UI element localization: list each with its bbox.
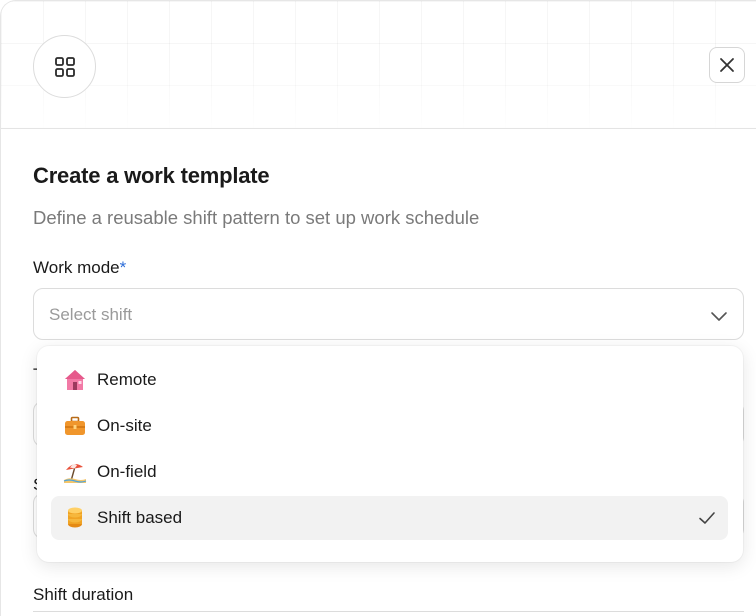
shift-duration-field[interactable]: [33, 611, 744, 616]
close-button[interactable]: [709, 47, 745, 83]
house-icon: [63, 368, 87, 392]
work-mode-label: Work mode*: [33, 258, 126, 278]
work-mode-label-text: Work mode: [33, 258, 120, 277]
option-remote[interactable]: Remote: [51, 358, 728, 402]
work-mode-dropdown: Remote On-site On-field Shift based: [37, 346, 743, 562]
chevron-down-icon: [711, 312, 727, 321]
shift-duration-label: Shift duration: [33, 585, 134, 604]
option-label: Shift based: [97, 508, 183, 527]
option-shift-based[interactable]: Shift based: [51, 496, 728, 540]
grid-icon: [54, 56, 75, 77]
briefcase-icon: [63, 414, 87, 438]
option-on-field[interactable]: On-field: [51, 450, 728, 494]
option-on-site[interactable]: On-site: [51, 404, 728, 448]
app-icon-badge: [33, 35, 96, 98]
work-mode-placeholder: Select shift: [49, 305, 133, 324]
modal-header: [1, 1, 756, 129]
coin-stack-icon: [63, 506, 87, 530]
option-label: Remote: [97, 370, 157, 389]
option-label: On-site: [97, 416, 152, 435]
beach-umbrella-icon: [63, 460, 87, 484]
create-template-modal: Create a work template Define a reusable…: [0, 0, 756, 616]
close-icon: [720, 58, 734, 72]
option-label: On-field: [97, 462, 157, 481]
modal-title: Create a work template: [33, 163, 270, 188]
modal-subtitle: Define a reusable shift pattern to set u…: [33, 207, 480, 228]
work-mode-select[interactable]: Select shift: [33, 288, 744, 340]
check-icon: [699, 512, 715, 524]
required-asterisk: *: [119, 258, 127, 277]
